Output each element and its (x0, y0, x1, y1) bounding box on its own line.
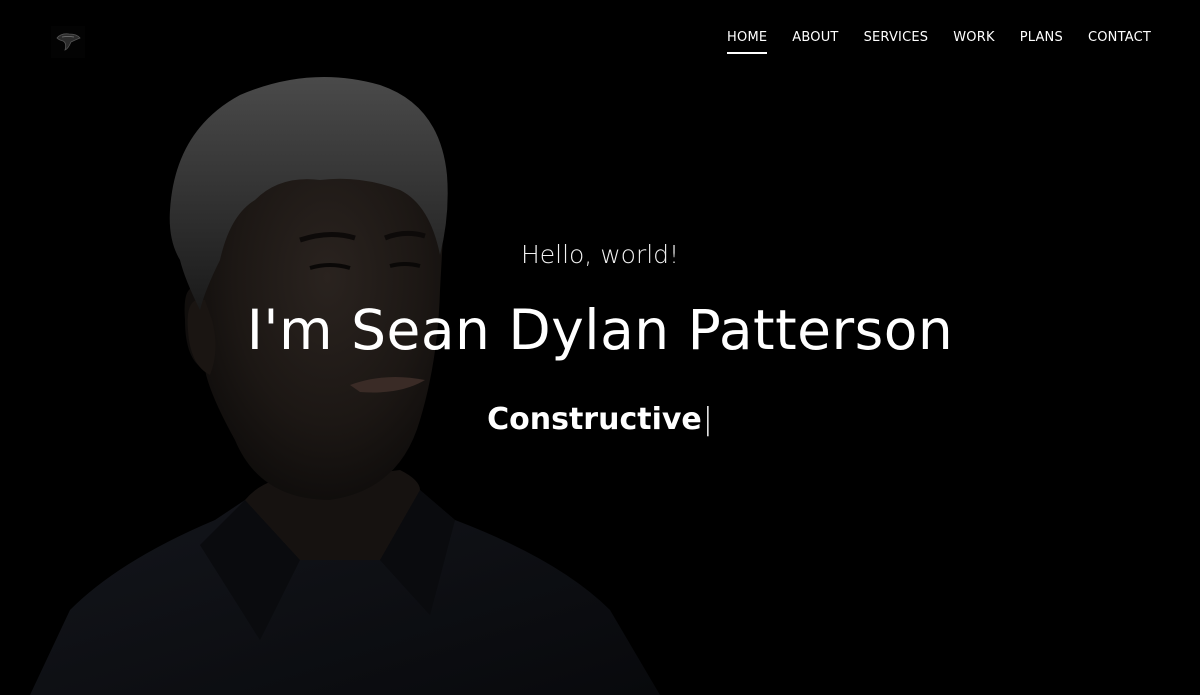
typed-text-container: Constructive| (0, 402, 1200, 437)
nav-item-work[interactable]: WORK (953, 30, 994, 54)
nav-item-about[interactable]: ABOUT (792, 30, 838, 54)
hero-headline: I'm Sean Dylan Patterson (246, 298, 954, 362)
hero-greeting: Hello, world! (520, 240, 680, 269)
hero-section: HOME ABOUT SERVICES WORK PLANS CONTACT H… (0, 0, 1200, 695)
main-nav: HOME ABOUT SERVICES WORK PLANS CONTACT (702, 30, 1151, 54)
typed-word: Constructive (487, 402, 702, 437)
nav-item-contact[interactable]: CONTACT (1088, 30, 1151, 54)
nav-item-home[interactable]: HOME (727, 30, 768, 54)
nav-item-services[interactable]: SERVICES (864, 30, 929, 54)
logo[interactable] (51, 26, 85, 58)
typing-cursor: | (702, 402, 713, 437)
nav-item-plans[interactable]: PLANS (1020, 30, 1063, 54)
logo-icon (56, 33, 81, 51)
